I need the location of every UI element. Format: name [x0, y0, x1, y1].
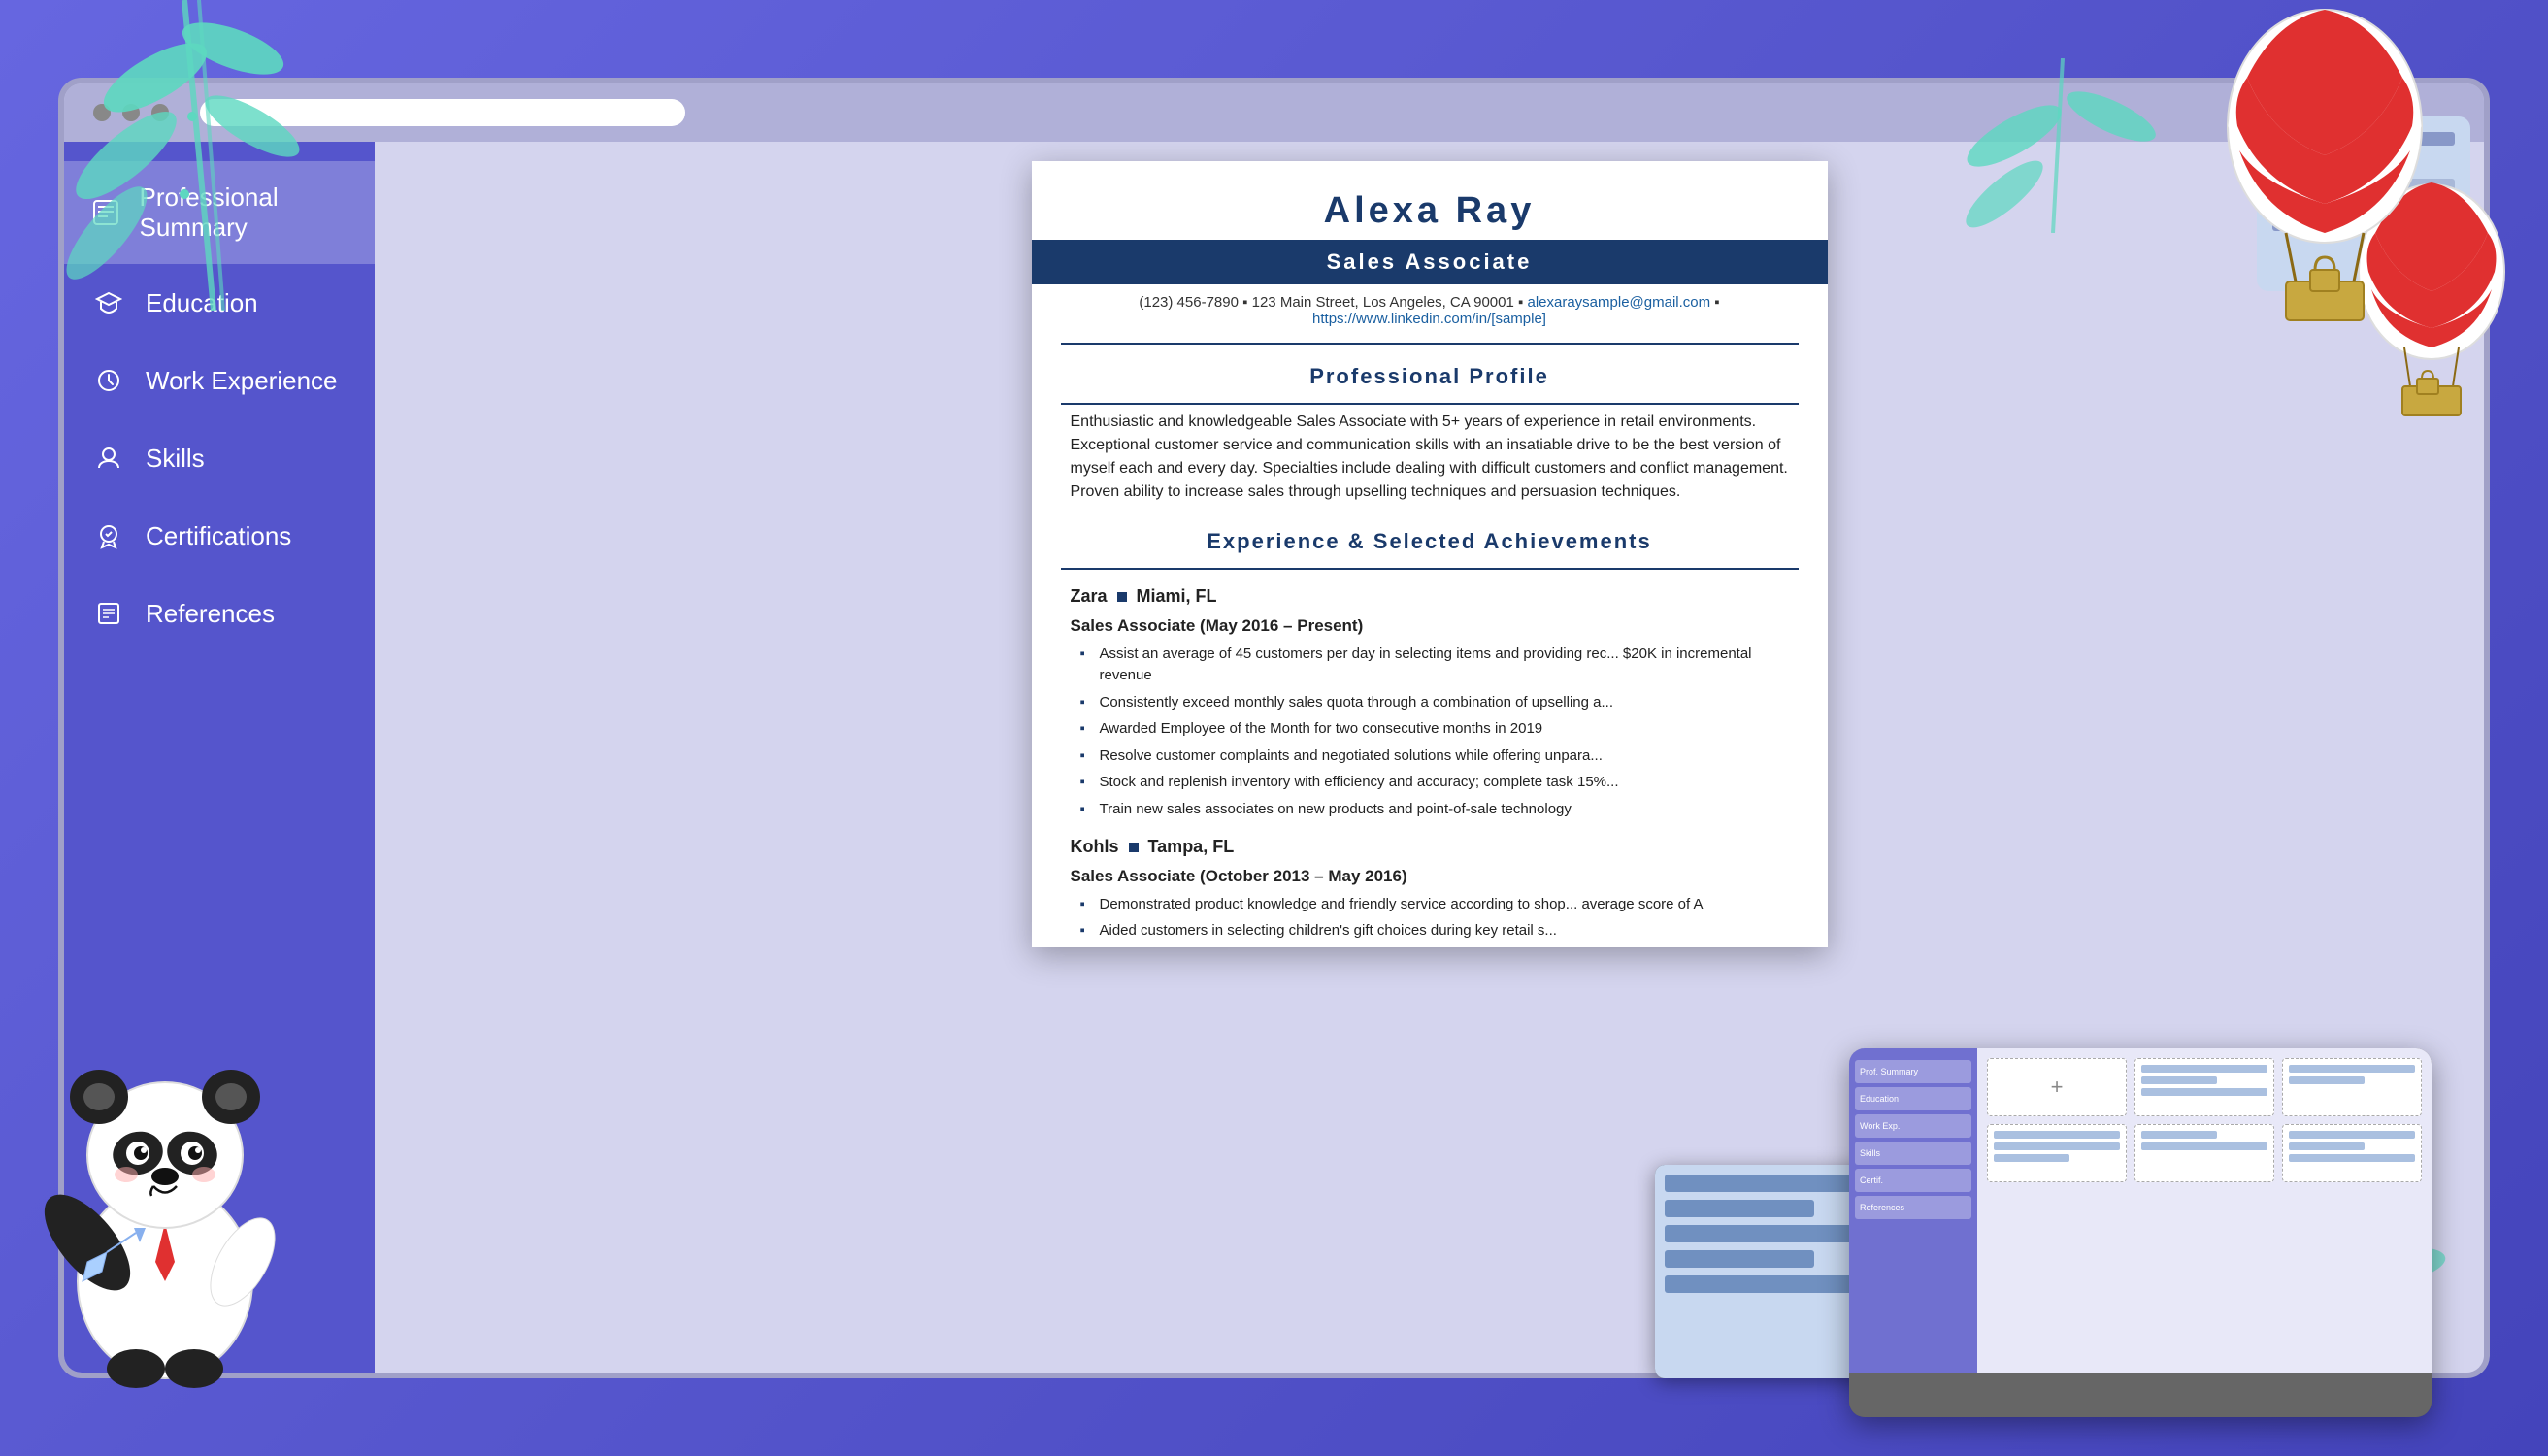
- resume-experience-body: Zara Miami, FL Sales Associate (May 2016…: [1032, 583, 1828, 943]
- sidebar-label-skills: Skills: [146, 444, 205, 474]
- sidebar-item-references[interactable]: References: [64, 575, 375, 652]
- sl-item-3: Work Exp.: [1855, 1114, 1971, 1138]
- certifications-icon: [91, 518, 126, 553]
- sl-card-1: [2134, 1058, 2274, 1116]
- resume-job-1-bullet-1: Assist an average of 45 customers per da…: [1080, 644, 1789, 687]
- small-laptop-screen: Prof. Summary Education Work Exp. Skills…: [1849, 1048, 2432, 1373]
- small-laptop-sidebar: Prof. Summary Education Work Exp. Skills…: [1849, 1048, 1977, 1373]
- resume-job-2-bullets: Demonstrated product knowledge and frien…: [1071, 894, 1789, 943]
- resume-divider-3: [1061, 568, 1799, 570]
- resume-name: Alexa Ray: [1032, 161, 1828, 240]
- tablet-bar-5: [1665, 1275, 1878, 1293]
- resume-divider-1: [1061, 343, 1799, 345]
- sidebar-item-certifications[interactable]: Certifications: [64, 497, 375, 575]
- resume-job-2-location: Tampa, FL: [1148, 834, 1235, 860]
- deco-leaves-top-left: [39, 0, 349, 315]
- resume-job-2-company: Kohls Tampa, FL: [1071, 834, 1789, 860]
- resume-job-1-location: Miami, FL: [1137, 583, 1217, 610]
- sl-card-3: [1987, 1124, 2127, 1182]
- tablet-bar-3: [1665, 1225, 1878, 1242]
- resume-job-2-company-name: Kohls: [1071, 834, 1119, 860]
- resume-job-2-bullet: [1129, 843, 1139, 852]
- resume-contact: (123) 456-7890 ▪ 123 Main Street, Los An…: [1032, 284, 1828, 337]
- resume-job-1-bullet-3: Awarded Employee of the Month for two co…: [1080, 718, 1789, 741]
- small-laptop-decoration: Prof. Summary Education Work Exp. Skills…: [1849, 1048, 2432, 1417]
- resume-address: 123 Main Street, Los Angeles, CA 90001: [1252, 294, 1514, 311]
- sidebar-label-work-experience: Work Experience: [146, 366, 338, 396]
- references-icon: [91, 596, 126, 631]
- deco-leaves-top-right: [1966, 58, 2160, 238]
- resume-job-title: Sales Associate: [1032, 240, 1828, 284]
- resume-job-1-bullets: Assist an average of 45 customers per da…: [1071, 644, 1789, 821]
- sidebar-item-work-experience[interactable]: Work Experience: [64, 342, 375, 419]
- resume-job-1-bullet-5: Stock and replenish inventory with effic…: [1080, 772, 1789, 794]
- sl-item-1: Prof. Summary: [1855, 1060, 1971, 1083]
- sl-card-plus: +: [1987, 1058, 2127, 1116]
- resume-job-1-company-name: Zara: [1071, 583, 1108, 610]
- skills-icon: [91, 441, 126, 476]
- resume-linkedin[interactable]: https://www.linkedin.com/in/[sample]: [1312, 311, 1546, 327]
- resume-job-2-role: Sales Associate (October 2013 – May 2016…: [1071, 864, 1789, 889]
- resume-job-2-bullet-1: Demonstrated product knowledge and frien…: [1080, 894, 1789, 916]
- tablet-bar-1: [1665, 1175, 1878, 1192]
- resume-job-1-bullet-2: Consistently exceed monthly sales quota …: [1080, 692, 1789, 714]
- resume-divider-2: [1061, 403, 1799, 405]
- sidebar-item-skills[interactable]: Skills: [64, 419, 375, 497]
- sidebar-label-references: References: [146, 599, 275, 629]
- sl-item-4: Skills: [1855, 1142, 1971, 1165]
- panda-mascot: [29, 1009, 301, 1398]
- resume-profile-body: Enthusiastic and knowledgeable Sales Ass…: [1032, 411, 1828, 504]
- resume-exp-section-title: Experience & Selected Achievements: [1032, 515, 1828, 562]
- sl-card-4: [2134, 1124, 2274, 1182]
- resume-profile-section-title: Professional Profile: [1032, 350, 1828, 397]
- balloon-decoration-1: [2218, 0, 2432, 335]
- resume-job-1-bullet: [1117, 592, 1127, 602]
- sidebar-label-certifications: Certifications: [146, 521, 291, 551]
- resume-phone: (123) 456-7890: [1139, 294, 1239, 311]
- sl-card-5: [2282, 1124, 2422, 1182]
- resume-job-1-bullet-6: Train new sales associates on new produc…: [1080, 799, 1789, 821]
- work-experience-icon: [91, 363, 126, 398]
- resume-email[interactable]: alexaraysample@gmail.com: [1527, 294, 1710, 311]
- tablet-bar-2: [1665, 1200, 1814, 1217]
- sl-item-2: Education: [1855, 1087, 1971, 1110]
- sl-item-5: Certif.: [1855, 1169, 1971, 1192]
- resume-job-2-bullet-2: Aided customers in selecting children's …: [1080, 920, 1789, 943]
- resume-job-1-bullet-4: Resolve customer complaints and negotiat…: [1080, 745, 1789, 768]
- small-laptop-base: [1849, 1373, 2432, 1417]
- resume-job-1-role: Sales Associate (May 2016 – Present): [1071, 613, 1789, 639]
- small-laptop-main: +: [1977, 1048, 2432, 1373]
- sl-card-2: [2282, 1058, 2422, 1116]
- resume-paper: Alexa Ray Sales Associate (123) 456-7890…: [1032, 161, 1828, 947]
- sl-item-6: References: [1855, 1196, 1971, 1219]
- tablet-bar-4: [1665, 1250, 1814, 1268]
- resume-profile-text: Enthusiastic and knowledgeable Sales Ass…: [1071, 411, 1789, 504]
- resume-job-1-company: Zara Miami, FL: [1071, 583, 1789, 610]
